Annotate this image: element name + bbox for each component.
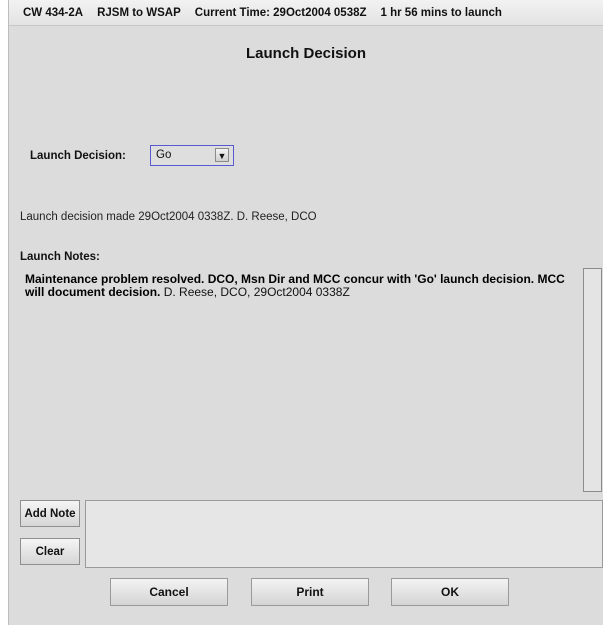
launch-notes-label: Launch Notes:: [20, 251, 100, 263]
cancel-button[interactable]: Cancel: [110, 578, 228, 606]
launch-note-author: D. Reese, DCO, 29Oct2004 0338Z: [160, 285, 350, 299]
current-time: Current Time: 29Oct2004 0538Z: [194, 6, 367, 19]
add-note-panel: Add Note Clear: [19, 498, 603, 570]
add-note-button[interactable]: Add Note: [20, 500, 80, 527]
launch-decision-value: Go: [156, 149, 172, 161]
dialog-title: Launch Decision: [245, 45, 367, 62]
triangle-down-icon[interactable]: ▼: [215, 148, 229, 162]
launch-notes-area[interactable]: Maintenance problem resolved. DCO, Msn D…: [19, 268, 583, 492]
ok-button[interactable]: OK: [391, 578, 509, 606]
decision-made-text: Launch decision made 29Oct2004 0338Z. D.…: [20, 211, 317, 223]
launch-decision-label: Launch Decision:: [30, 150, 126, 162]
notes-scrollbar[interactable]: [583, 268, 602, 492]
mission-id: CW 434-2A: [23, 6, 84, 19]
print-button[interactable]: Print: [251, 578, 369, 606]
note-input-field[interactable]: [85, 500, 603, 568]
clear-button[interactable]: Clear: [20, 538, 80, 565]
status-titlebar: CW 434-2A RJSM to WSAP Current Time: 29O…: [9, 0, 603, 26]
launch-countdown: 1 hr 56 mins to launch: [380, 6, 502, 19]
launch-decision-select[interactable]: Go ▼: [150, 145, 234, 166]
launch-decision-window: CW 434-2A RJSM to WSAP Current Time: 29O…: [8, 0, 603, 625]
route: RJSM to WSAP: [97, 6, 181, 19]
